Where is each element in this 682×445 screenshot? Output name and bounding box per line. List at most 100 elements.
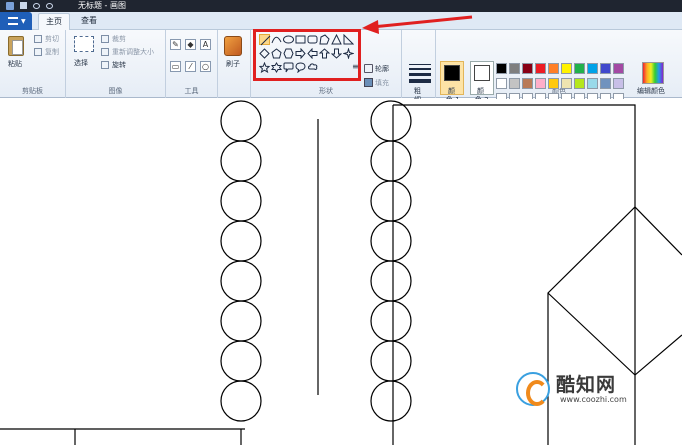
pentagon-shape-icon[interactable] [271,48,282,59]
palette-color-swatch[interactable] [509,63,520,74]
palette-color-swatch[interactable] [522,63,533,74]
outline-icon[interactable] [364,64,373,73]
palette-color-swatch[interactable] [535,78,546,89]
fill-button[interactable]: 填充 [375,78,389,88]
palette-color-swatch[interactable] [587,78,598,89]
drawn-circle [220,220,262,262]
drawn-circle [370,300,412,342]
select-button[interactable]: 选择 [74,58,88,68]
crop-icon[interactable] [101,35,109,43]
redo-icon[interactable] [46,3,53,9]
drawn-circle [370,100,412,142]
crop-button[interactable]: 裁剪 [112,34,126,44]
cloud-callout-shape-icon[interactable] [307,62,318,73]
copy-button[interactable]: 复制 [45,47,59,57]
text-tool-icon[interactable]: A [200,39,211,50]
drawn-circle [220,100,262,142]
paste-button[interactable]: 粘贴 [8,59,22,69]
palette-color-swatch[interactable] [561,78,572,89]
title-bar: 无标题 - 画图 [0,0,682,12]
rotate-button[interactable]: 旋转 [112,60,126,70]
coozhi-logo-icon [516,372,550,406]
curve-shape-icon[interactable] [271,34,282,45]
palette-color-swatch[interactable] [587,63,598,74]
line-size-icon[interactable] [409,64,431,86]
hexagon-shape-icon[interactable] [283,48,294,59]
palette-color-swatch[interactable] [522,78,533,89]
shapes-gallery [259,34,355,78]
resize-button[interactable]: 重新调整大小 [112,47,154,57]
palette-color-swatch[interactable] [574,63,585,74]
six-point-star-shape-icon[interactable] [271,62,282,73]
pencil-icon[interactable]: ✎ [170,39,181,50]
palette-color-swatch[interactable] [600,63,611,74]
palette-color-swatch[interactable] [600,78,611,89]
diamond-shape-icon[interactable] [259,48,270,59]
select-icon[interactable] [74,36,94,52]
color2-swatch [474,65,490,81]
fill-bucket-icon[interactable]: ◆ [185,39,196,50]
rounded-rectangle-shape-icon[interactable] [307,34,318,45]
palette-color-swatch[interactable] [613,63,624,74]
scissors-icon[interactable] [34,35,42,43]
drawn-circle [220,300,262,342]
drawn-circle [370,260,412,302]
palette-color-swatch[interactable] [574,78,585,89]
shapes-gallery-highlight: ≡ [253,29,361,81]
tab-view[interactable]: 查看 [74,13,104,30]
polygon-shape-icon[interactable] [319,34,330,45]
left-arrow-shape-icon[interactable] [307,48,318,59]
drawn-circle [370,220,412,262]
brushes-button[interactable]: 刷子 [226,59,240,69]
down-arrow-shape-icon[interactable] [331,48,342,59]
palette-color-swatch[interactable] [561,63,572,74]
oval-shape-icon[interactable] [283,34,294,45]
palette-color-swatch[interactable] [613,78,624,89]
menu-icon [8,17,18,25]
right-arrow-shape-icon[interactable] [295,48,306,59]
tools-group: ✎ ◆ A ▭ ⁄ ○ 工具 [166,30,218,98]
shapes-more-button[interactable]: ≡ [352,62,359,71]
rectangle-shape-icon[interactable] [295,34,306,45]
palette-color-swatch[interactable] [548,78,559,89]
watermark-url: www.coozhi.com [560,395,627,404]
triangle-shape-icon[interactable] [331,34,342,45]
edit-colors-button[interactable]: 编辑颜色 [637,86,665,96]
four-point-star-shape-icon[interactable] [343,48,354,59]
eraser-icon[interactable]: ▭ [170,61,181,72]
palette-color-swatch[interactable] [535,63,546,74]
palette-color-swatch[interactable] [496,63,507,74]
drawn-circle [370,140,412,182]
magnifier-icon[interactable]: ○ [200,61,211,72]
file-menu-button[interactable]: ▼ [0,12,32,30]
right-triangle-shape-icon[interactable] [343,34,354,45]
tab-home[interactable]: 主页 [38,13,70,30]
image-group-label: 图像 [108,87,123,95]
five-point-star-shape-icon[interactable] [259,62,270,73]
palette-color-swatch[interactable] [509,78,520,89]
chevron-down-icon: ▼ [21,18,26,25]
rounded-callout-shape-icon[interactable] [283,62,294,73]
palette-color-swatch[interactable] [548,63,559,74]
line-shape-icon[interactable] [259,34,271,46]
copy-icon[interactable] [34,48,42,56]
window-title: 无标题 - 画图 [78,1,126,10]
paste-icon[interactable] [8,36,24,56]
rotate-icon[interactable] [101,61,109,69]
tools-group-label: 工具 [184,87,199,95]
palette-color-swatch[interactable] [496,78,507,89]
cut-button[interactable]: 剪切 [45,34,59,44]
brush-icon[interactable] [224,36,242,56]
drawn-circle [220,180,262,222]
edit-colors-icon[interactable] [642,62,664,84]
save-icon[interactable] [20,2,27,9]
outline-button[interactable]: 轮廓 [375,64,389,74]
resize-icon[interactable] [101,48,109,56]
drawn-circle [220,340,262,382]
up-arrow-shape-icon[interactable] [319,48,330,59]
drawn-circle [220,260,262,302]
color-picker-icon[interactable]: ⁄ [185,61,196,72]
oval-callout-shape-icon[interactable] [295,62,306,73]
fill-icon[interactable] [364,78,373,87]
undo-icon[interactable] [33,3,40,9]
